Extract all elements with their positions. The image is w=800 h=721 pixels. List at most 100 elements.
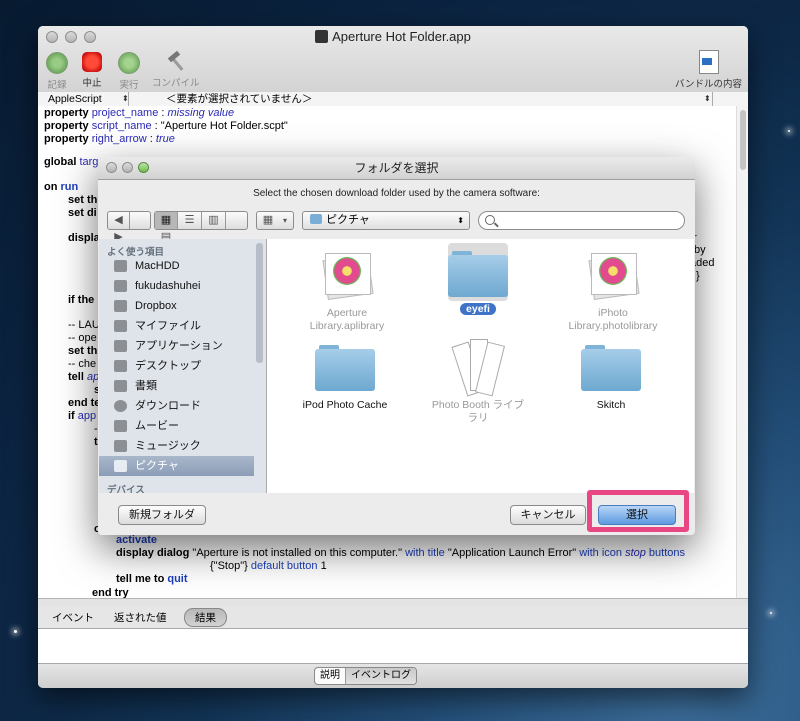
star [788, 130, 790, 132]
scrollbar-thumb[interactable] [740, 110, 746, 170]
file-label: Photo Booth ライブ [431, 399, 525, 411]
play-icon [118, 52, 140, 74]
record-label: 記録 [47, 80, 67, 91]
window-footer: 説明 イベントログ [38, 663, 748, 688]
code-line: activate [116, 534, 157, 546]
sidebar-item-documents[interactable]: 書類 [99, 376, 254, 396]
run-button[interactable]: 実行 [118, 52, 140, 91]
bundle-label: バンドルの内容 [675, 79, 742, 90]
sidebar-item-movies[interactable]: ムービー [99, 416, 254, 436]
file-item-skitch[interactable]: Skitch [551, 343, 671, 412]
search-icon [485, 215, 495, 225]
language-popup[interactable]: AppleScript [48, 92, 129, 106]
code-line: if app [68, 410, 97, 422]
sidebar-item-applications[interactable]: アプリケーション [99, 336, 254, 356]
downloads-icon [114, 400, 127, 412]
file-label: iPhoto [598, 307, 628, 319]
sidebar-item-pictures[interactable]: ピクチャ [99, 456, 254, 476]
code-line: display dialog "Aperture is not installe… [116, 547, 686, 559]
sidebar-item-downloads[interactable]: ダウンロード [99, 396, 254, 416]
popup-arrows-icon: ⬍ [457, 216, 464, 225]
event-log-segment[interactable]: イベントログ [345, 668, 416, 684]
dialog-title: フォルダを選択 [98, 157, 695, 180]
file-browser: Aperture Library.aplibrary eyefi iPhoto … [267, 239, 694, 493]
back-arrow-icon[interactable]: ◀ [108, 212, 130, 229]
code-line: if the [68, 294, 95, 306]
choose-folder-dialog: フォルダを選択 Select the chosen download folde… [98, 157, 695, 535]
view-mode-control: ▦ ☰ ▥▤ [154, 211, 248, 243]
bundle-contents-button[interactable]: バンドルの内容 [675, 50, 742, 90]
desktop-icon [114, 360, 127, 372]
file-item-ipod-photo-cache[interactable]: iPod Photo Cache [285, 343, 405, 412]
result-tabs: イベント 返された値 結果 [38, 606, 748, 629]
camera-icon [114, 460, 127, 472]
file-label: iPod Photo Cache [302, 399, 388, 411]
app-icon [315, 30, 329, 43]
code-line: set th [68, 345, 98, 357]
code-line: end try [92, 587, 129, 598]
sidebar-item-machdd[interactable]: MacHDD [99, 256, 254, 276]
hammer-icon [166, 50, 186, 72]
dialog-close-button[interactable] [106, 162, 117, 173]
dialog-zoom-button[interactable] [138, 162, 149, 173]
chevron-down-icon: ▾ [282, 216, 287, 225]
location-popup[interactable]: ピクチャ ⬍ [302, 211, 470, 230]
bundle-icon [698, 50, 719, 74]
result-area[interactable] [38, 629, 748, 663]
list-view-icon[interactable]: ☰ [178, 212, 202, 229]
file-label: ラリ [467, 412, 489, 424]
sidebar-scrollbar[interactable] [256, 243, 263, 363]
sidebar: よく使う項目 MacHDD fukudashuhei Dropbox マイファイ… [99, 239, 267, 493]
navigation-bar: AppleScript ⬍ ＜要素が選択されていません＞ ⬍ [38, 92, 748, 107]
sidebar-item-music[interactable]: ミュージック [99, 436, 254, 456]
applications-icon [114, 340, 127, 352]
icon-view-icon[interactable]: ▦ [155, 212, 178, 229]
sidebar-header-devices: デバイス [107, 485, 145, 493]
tab-result[interactable]: 結果 [184, 608, 227, 627]
music-icon [114, 440, 127, 452]
record-icon [46, 52, 68, 74]
cancel-button[interactable]: キャンセル [510, 505, 586, 525]
code-line-fragment: by [694, 244, 706, 256]
movies-icon [114, 420, 127, 432]
sidebar-item-allfiles[interactable]: マイファイル [99, 316, 254, 336]
compile-label: コンパイル [152, 78, 200, 89]
record-button[interactable]: 記録 [46, 52, 68, 91]
file-item-iphoto-library[interactable]: iPhoto Library.photolibrary [553, 249, 673, 333]
description-segment[interactable]: 説明 [315, 668, 345, 684]
compile-button[interactable]: コンパイル [152, 50, 200, 89]
folder-icon [315, 343, 375, 391]
editor-scrollbar[interactable] [736, 106, 748, 598]
sidebar-item-desktop[interactable]: デスクトップ [99, 356, 254, 376]
file-item-aperture-library[interactable]: Aperture Library.aplibrary [287, 249, 407, 333]
code-line: global targ [44, 156, 99, 168]
code-comment: -- che [68, 358, 97, 370]
file-item-eyefi[interactable]: eyefi [418, 243, 538, 316]
tab-events[interactable]: イベント [52, 610, 94, 625]
dialog-minimize-button[interactable] [122, 162, 133, 173]
search-input[interactable] [478, 211, 685, 230]
column-view-icon[interactable]: ▥ [202, 212, 226, 229]
code-line: tell me to quit [116, 573, 188, 585]
file-label: Skitch [596, 399, 626, 411]
sidebar-item-dropbox[interactable]: Dropbox [99, 296, 254, 316]
folder-icon [310, 214, 322, 224]
iphoto-library-icon [319, 249, 375, 301]
window-title: Aperture Hot Folder.app [38, 29, 748, 44]
code-line: tell ap [68, 371, 100, 383]
tab-replies[interactable]: 返された値 [114, 610, 167, 625]
code-line: set di [68, 207, 97, 219]
code-line: property script_name : "Aperture Hot Fol… [44, 120, 288, 132]
new-folder-button[interactable]: 新規フォルダ [118, 505, 206, 525]
code-line: set th [68, 194, 98, 206]
element-popup[interactable]: ＜要素が選択されていません＞ [138, 92, 713, 106]
file-item-photo-booth-library[interactable]: Photo Booth ライブ ラリ [418, 337, 538, 425]
file-label: Library.photolibrary [568, 320, 658, 332]
code-line: end te [68, 397, 101, 409]
element-label: ＜要素が選択されていません＞ [166, 93, 313, 105]
language-popup-arrows-icon: ⬍ [122, 94, 129, 103]
stop-button[interactable]: 中止 [82, 52, 102, 89]
arrange-button[interactable]: ▦ ▾ [256, 211, 294, 230]
file-label: Library.aplibrary [309, 320, 385, 332]
sidebar-item-home[interactable]: fukudashuhei [99, 276, 254, 296]
